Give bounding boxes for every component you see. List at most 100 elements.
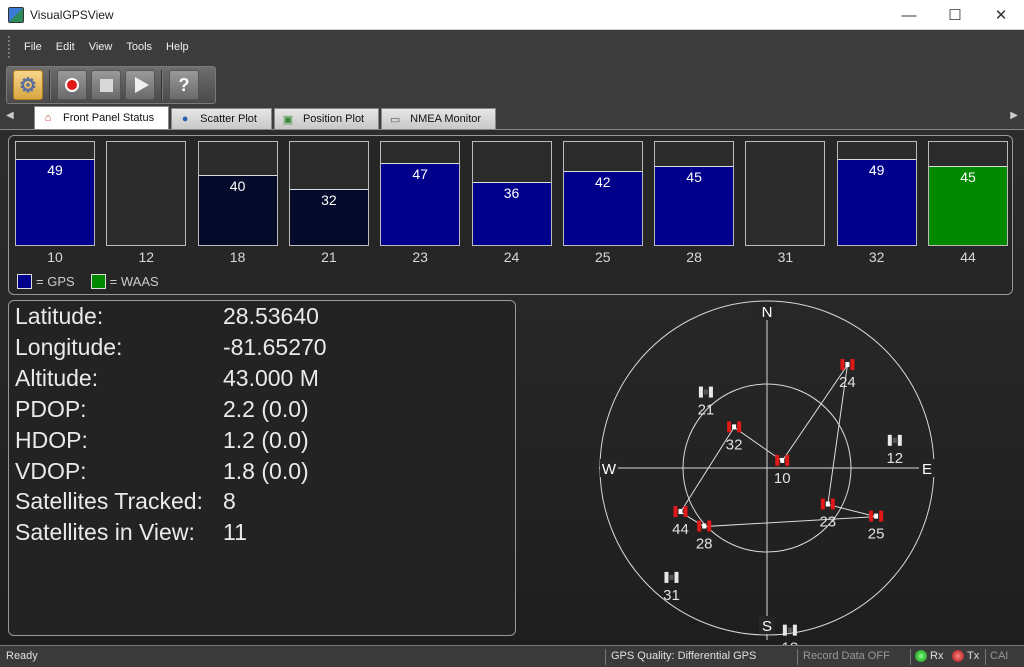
- direction-north: N: [762, 304, 773, 321]
- tab-scroll-right-icon[interactable]: ▶: [1010, 110, 1018, 121]
- close-button[interactable]: ✕: [978, 0, 1024, 30]
- legend-swatch-gps: [17, 274, 32, 289]
- info-label: PDOP:: [15, 395, 87, 422]
- satellite-18: 18: [782, 624, 798, 645]
- tab-position-plot[interactable]: ▣ Position Plot: [273, 108, 380, 129]
- front-panel: = GPS = WAAS 49 10 12 40 18 32 21 47 23 36 24 42 25 4…: [0, 130, 1024, 645]
- signal-bar-21: 32 21: [288, 141, 369, 265]
- menu-file[interactable]: File: [17, 41, 49, 53]
- title-bar: VisualGPSView — ☐ ✕: [0, 0, 1024, 30]
- satellite-panel-icon: [897, 434, 902, 446]
- position-info-panel: Latitude: 28.53640 Longitude: -81.65270 Alti…: [8, 300, 516, 636]
- signal-bar-value: 36: [503, 185, 520, 201]
- stop-button[interactable]: [91, 70, 121, 100]
- info-value: 1.8 (0.0): [223, 457, 309, 484]
- menu-help[interactable]: Help: [159, 41, 196, 53]
- info-label: Altitude:: [15, 364, 99, 391]
- tab-scroll-left-icon[interactable]: ◀: [6, 110, 14, 121]
- play-icon: [134, 77, 149, 93]
- status-bar: Ready GPS Quality: Differential GPS Reco…: [0, 645, 1024, 667]
- window-controls: — ☐ ✕: [886, 0, 1024, 30]
- signal-bar-24: 36 24: [471, 141, 552, 265]
- signal-bar-18: 40 18: [197, 141, 278, 265]
- satellite-panel-icon: [869, 510, 874, 522]
- minimize-button[interactable]: —: [886, 0, 932, 30]
- home-icon: ⌂: [44, 112, 52, 124]
- menu-view[interactable]: View: [82, 41, 120, 53]
- satellite-prn-label: 32: [726, 436, 743, 453]
- tab-scatter-plot[interactable]: ● Scatter Plot: [171, 108, 272, 129]
- satellite-12: 12: [886, 434, 903, 467]
- settings-button[interactable]: ⚙: [13, 70, 43, 100]
- satellite-panel-icon: [698, 386, 703, 398]
- menu-edit[interactable]: Edit: [49, 41, 82, 53]
- rx-label: Rx: [930, 650, 944, 662]
- satellite-28: 28: [696, 520, 713, 553]
- satellite-body-icon: [703, 389, 708, 395]
- maximize-button[interactable]: ☐: [932, 0, 978, 30]
- signal-bar-box: [106, 141, 187, 246]
- info-value: 28.53640: [223, 303, 319, 329]
- status-divider: [910, 649, 911, 665]
- info-row: Altitude: 43.000 M: [15, 365, 510, 395]
- info-value: 43.000 M: [223, 364, 319, 391]
- status-record: Record Data OFF: [803, 650, 890, 662]
- info-row: VDOP: 1.8 (0.0): [15, 458, 510, 488]
- satellite-prn-label: 44: [672, 521, 689, 538]
- signal-bar-prn: 18: [229, 249, 246, 265]
- tab-nmea-monitor[interactable]: ▭ NMEA Monitor: [381, 108, 497, 129]
- help-button[interactable]: ?: [169, 70, 199, 100]
- signal-bar-prn: 44: [960, 249, 976, 265]
- satellite-body-icon: [678, 509, 683, 515]
- direction-west: W: [602, 461, 617, 478]
- satellite-prn-label: 21: [698, 402, 715, 419]
- image-icon: ▣: [282, 113, 294, 126]
- info-value: 11: [223, 519, 247, 546]
- globe-icon: ●: [181, 113, 189, 125]
- satellite-panel-icon: [887, 434, 892, 446]
- satellite-panel-icon: [673, 506, 678, 518]
- play-button[interactable]: [125, 70, 155, 100]
- signal-strength-panel: = GPS = WAAS 49 10 12 40 18 32 21 47 23 36 24 42 25 4…: [8, 135, 1013, 295]
- satellite-prn-label: 12: [886, 450, 903, 467]
- satellite-body-icon: [702, 523, 707, 529]
- info-value: 2.2 (0.0): [223, 395, 309, 422]
- signal-bar-box: 49: [15, 141, 95, 246]
- signal-bar-prn: 24: [503, 249, 520, 265]
- toolbar: ⚙ ?: [6, 66, 216, 104]
- signal-bar-12: 12: [106, 141, 187, 265]
- satellite-10: 10: [774, 454, 791, 487]
- signal-bar-box: 49: [836, 141, 917, 246]
- legend-label-waas: = WAAS: [109, 274, 159, 289]
- signal-bar-value: 32: [321, 192, 337, 208]
- tab-strip: ⌂ Front Panel Status ● Scatter Plot ▣ Po…: [34, 106, 498, 129]
- info-label: VDOP:: [15, 457, 87, 484]
- signal-bar-44: 45 44: [928, 141, 1008, 265]
- info-label: Satellites in View:: [15, 519, 195, 546]
- signal-bar-32: 49 32: [836, 141, 917, 265]
- direction-east: E: [922, 461, 932, 478]
- record-button[interactable]: [57, 70, 87, 100]
- menu-tools[interactable]: Tools: [119, 41, 159, 53]
- status-rx: Rx: [915, 650, 944, 663]
- signal-bar-prn: 23: [412, 249, 428, 265]
- satellite-panel-icon: [737, 421, 742, 433]
- satellite-panel-icon: [683, 506, 688, 518]
- signal-bar-prn: 31: [777, 249, 794, 265]
- satellite-panel-icon: [879, 510, 884, 522]
- monitor-icon: ▭: [389, 113, 401, 126]
- tx-led-icon: [952, 650, 964, 663]
- satellite-body-icon: [874, 513, 879, 519]
- info-row: HDOP: 1.2 (0.0): [15, 427, 510, 457]
- signal-bar-23: 47 23: [380, 141, 461, 265]
- signal-bar-value: 49: [868, 162, 885, 178]
- tab-front-panel-status[interactable]: ⌂ Front Panel Status: [34, 106, 170, 129]
- settings-gear-icon: ⚙: [19, 74, 37, 97]
- tab-label: Front Panel Status: [63, 112, 155, 124]
- signal-bar-value: 45: [960, 169, 976, 185]
- signal-bar-10: 49 10: [15, 141, 95, 265]
- satellite-prn-label: 23: [819, 514, 836, 531]
- satellite-prn-label: 24: [839, 374, 856, 391]
- info-label: HDOP:: [15, 426, 88, 453]
- tab-label: NMEA Monitor: [410, 113, 482, 125]
